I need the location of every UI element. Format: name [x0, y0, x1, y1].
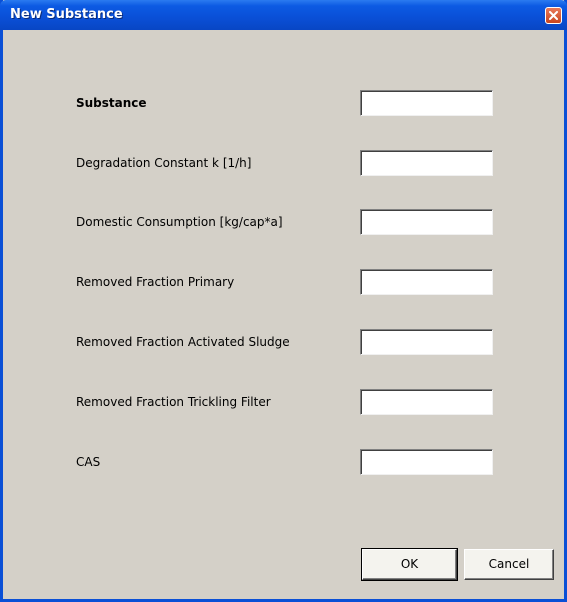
new-substance-dialog: New Substance Substance Degradation Cons… [0, 0, 567, 602]
title-bar[interactable]: New Substance [0, 0, 567, 30]
removed-fraction-trickling-filter-input[interactable] [360, 389, 493, 415]
close-button[interactable] [545, 7, 562, 24]
ok-button[interactable]: OK [361, 548, 458, 581]
removed-fraction-activated-sludge-input[interactable] [360, 329, 493, 355]
removed-fraction-primary-input[interactable] [360, 269, 493, 295]
cancel-button[interactable]: Cancel [464, 549, 554, 580]
degradation-constant-label: Degradation Constant k [1/h] [76, 156, 252, 170]
removed-fraction-activated-sludge-label: Removed Fraction Activated Sludge [76, 335, 290, 349]
domestic-consumption-input[interactable] [360, 209, 493, 235]
window-title: New Substance [10, 7, 123, 22]
degradation-constant-input[interactable] [360, 150, 493, 176]
substance-input[interactable] [360, 90, 493, 116]
dialog-body: Substance Degradation Constant k [1/h] D… [3, 30, 564, 599]
removed-fraction-trickling-filter-label: Removed Fraction Trickling Filter [76, 395, 271, 409]
removed-fraction-primary-label: Removed Fraction Primary [76, 275, 235, 289]
domestic-consumption-label: Domestic Consumption [kg/cap*a] [76, 215, 283, 229]
close-icon [549, 11, 558, 20]
substance-label: Substance [76, 96, 147, 110]
cas-input[interactable] [360, 449, 493, 475]
cas-label: CAS [76, 455, 101, 469]
